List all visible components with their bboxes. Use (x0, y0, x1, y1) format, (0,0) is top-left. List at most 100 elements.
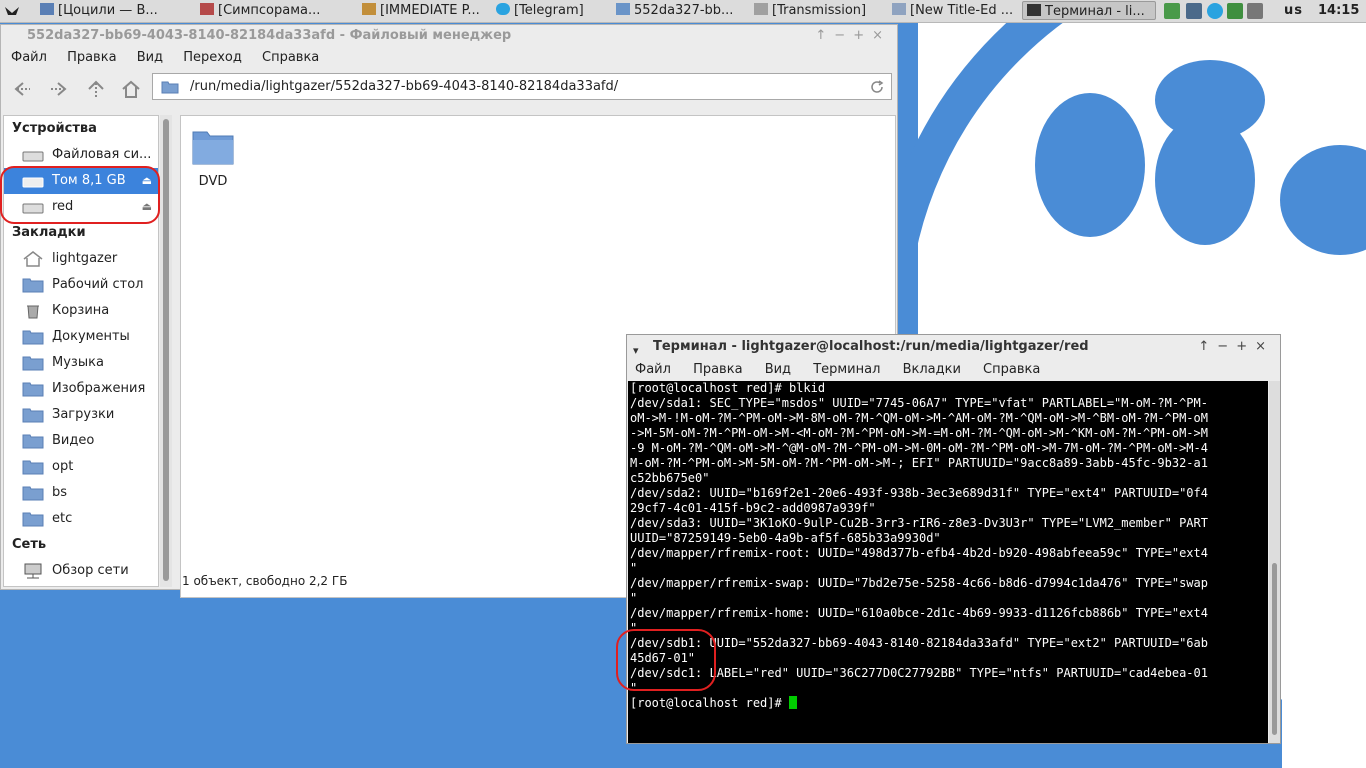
sidebar-section-network: Сеть (12, 537, 47, 552)
terminal-window: ▾ Терминал - lightgazer@localhost:/run/m… (626, 334, 1281, 744)
taskbar-task[interactable]: [Цоцили — В... (36, 1, 186, 20)
terminal-prompt: [root@localhost red]# (630, 696, 789, 710)
clock[interactable]: 14:15 (1318, 1, 1359, 20)
scrollbar-thumb[interactable] (163, 119, 169, 581)
sidebar-item-home[interactable]: lightgazer (4, 246, 158, 272)
forward-arrow-icon[interactable] (48, 79, 70, 99)
menu-view[interactable]: Вид (137, 50, 163, 65)
terminal-line: " (630, 681, 638, 695)
taskbar-task[interactable]: 552da327-bb... (612, 1, 744, 20)
annotation-circle (0, 166, 160, 224)
terminal-line: /dev/sdc1: LABEL="red" UUID="36C277D0C27… (630, 666, 1208, 680)
window-icon (40, 3, 54, 15)
folder-icon (22, 486, 44, 501)
sidebar-item-etc[interactable]: etc (4, 506, 158, 532)
file-item-label: DVD (198, 174, 228, 189)
taskbar-task[interactable]: [Симпсорама... (196, 1, 346, 20)
maximize-icon[interactable]: + (853, 28, 872, 43)
close-icon[interactable]: × (1255, 339, 1274, 354)
menu-edit[interactable]: Правка (693, 362, 742, 377)
tray-icon[interactable] (1186, 3, 1202, 19)
tray-icon[interactable] (1227, 3, 1243, 19)
folder-icon (192, 131, 234, 165)
terminal-line: /dev/sda2: UUID="b169f2e1-20e6-493f-938b… (630, 486, 1208, 500)
tray-icon[interactable] (1164, 3, 1180, 19)
terminal-line: M-oM-?M-^PM-oM->M-5M-oM-?M-^PM-oM->M-; E… (630, 456, 1208, 470)
menu-edit[interactable]: Правка (67, 50, 116, 65)
maximize-up-icon[interactable]: ↑ (1198, 339, 1217, 354)
taskbar-task[interactable]: [Transmission] (750, 1, 890, 20)
terminal-line: /dev/mapper/rfremix-home: UUID="610a0bce… (630, 606, 1208, 620)
sidebar-item-downloads[interactable]: Загрузки (4, 402, 158, 428)
terminal-titlebar[interactable]: ▾ Терминал - lightgazer@localhost:/run/m… (627, 335, 1280, 359)
tray-icon[interactable] (1247, 3, 1263, 19)
terminal-line: 45d67-01" (630, 651, 696, 665)
downloads-folder-icon (22, 408, 44, 423)
maximize-icon[interactable]: + (1236, 339, 1255, 354)
folder-icon (22, 278, 44, 293)
terminal-cursor (788, 696, 797, 709)
terminal-line: UUID="87259149-5eb0-4a9b-af5f-685b33a993… (630, 531, 941, 545)
file-item-dvd[interactable]: DVD (189, 128, 237, 189)
sidebar-item-desktop[interactable]: Рабочий стол (4, 272, 158, 298)
back-arrow-icon[interactable] (11, 79, 33, 99)
window-controls: ↑−+× (815, 25, 891, 47)
window-icon (892, 3, 906, 15)
sidebar-item-network-browse[interactable]: Обзор сети (4, 558, 158, 584)
terminal-line: " (630, 591, 638, 605)
taskbar-task-active[interactable]: Терминал - li... (1022, 1, 1156, 20)
minimize-icon[interactable]: − (834, 28, 853, 43)
sidebar-item-music[interactable]: Музыка (4, 350, 158, 376)
sidebar-item-filesystem[interactable]: Файловая си... (4, 142, 158, 168)
sidebar-item-documents[interactable]: Документы (4, 324, 158, 350)
up-arrow-icon[interactable] (85, 79, 107, 99)
menu-help[interactable]: Справка (983, 362, 1040, 377)
terminal-output[interactable]: [root@localhost red]# blkid /dev/sda1: S… (628, 381, 1268, 743)
terminal-line: -9 M-oM-?M-^QM-oM->M-^@M-oM-?M-^PM-oM->M… (630, 441, 1208, 455)
location-path: /run/media/lightgazer/552da327-bb69-4043… (190, 79, 619, 94)
sidebar-scrollbar[interactable] (160, 115, 172, 587)
folder-icon (22, 460, 44, 475)
home-icon[interactable] (120, 79, 142, 99)
menu-terminal[interactable]: Терминал (813, 362, 880, 377)
terminal-line: 29cf7-4c01-415f-b9c2-add0987a939f" (630, 501, 876, 515)
sidebar-section-devices: Устройства (12, 121, 97, 136)
scrollbar-thumb[interactable] (1272, 563, 1277, 735)
terminal-line: /dev/mapper/rfremix-swap: UUID="7bd2e75e… (630, 576, 1208, 590)
menu-file[interactable]: Файл (635, 362, 671, 377)
close-icon[interactable]: × (872, 28, 891, 43)
location-bar[interactable]: /run/media/lightgazer/552da327-bb69-4043… (152, 73, 892, 100)
sidebar-item-videos[interactable]: Видео (4, 428, 158, 454)
menu-tabs[interactable]: Вкладки (903, 362, 961, 377)
menu-file[interactable]: Файл (11, 50, 47, 65)
videos-folder-icon (22, 434, 44, 449)
sidebar-item-bs[interactable]: bs (4, 480, 158, 506)
menu-go[interactable]: Переход (183, 50, 242, 65)
window-icon (754, 3, 768, 15)
maximize-up-icon[interactable]: ↑ (815, 28, 834, 43)
menu-help[interactable]: Справка (262, 50, 319, 65)
terminal-scrollbar[interactable] (1269, 381, 1280, 743)
telegram-icon (496, 3, 510, 15)
window-icon (362, 3, 376, 15)
file-manager-titlebar[interactable]: 552da327-bb69-4043-8140-82184da33afd - Ф… (1, 25, 897, 47)
keyboard-layout-indicator[interactable]: us (1284, 1, 1303, 20)
sidebar-item-pictures[interactable]: Изображения (4, 376, 158, 402)
start-menu-icon[interactable] (3, 1, 25, 20)
menu-view[interactable]: Вид (765, 362, 791, 377)
window-controls: ↑−+× (1198, 335, 1274, 359)
taskbar-task[interactable]: [New Title-Ed ... (888, 1, 1020, 20)
terminal-line: /dev/sda3: UUID="3K1oKO-9ulP-Cu2B-3rr3-r… (630, 516, 1208, 530)
minimize-icon[interactable]: − (1217, 339, 1236, 354)
sidebar-item-trash[interactable]: Корзина (4, 298, 158, 324)
terminal-line: " (630, 561, 638, 575)
folder-icon (161, 81, 179, 94)
terminal-line: ->M-5M-oM-?M-^PM-oM->M-<M-oM-?M-^PM-oM->… (630, 426, 1208, 440)
sidebar-item-opt[interactable]: opt (4, 454, 158, 480)
taskbar-task[interactable]: [Telegram] (492, 1, 602, 20)
telegram-tray-icon[interactable] (1207, 3, 1223, 19)
taskbar: [Цоцили — В... [Симпсорама... [IMMEDIATE… (0, 0, 1366, 23)
music-folder-icon (22, 356, 44, 371)
reload-icon[interactable] (869, 79, 885, 95)
taskbar-task[interactable]: [IMMEDIATE P... (358, 1, 488, 20)
